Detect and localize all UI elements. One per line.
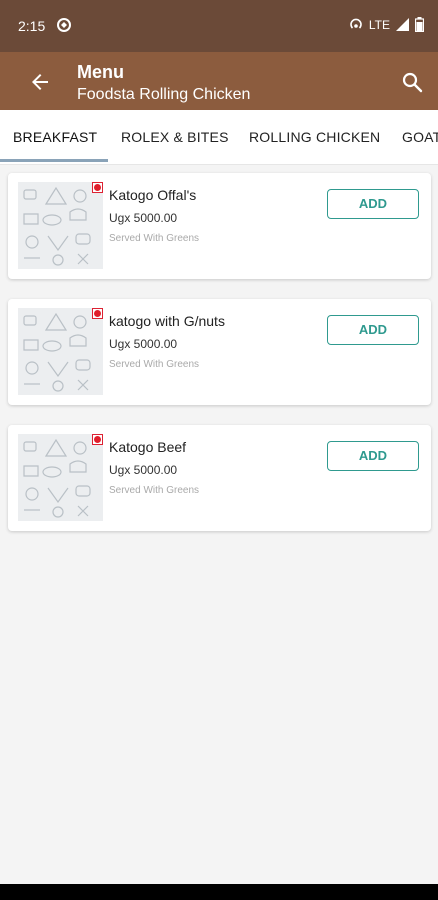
page-title: Menu (77, 62, 124, 82)
tab-goat[interactable]: GOAT (402, 110, 438, 164)
non-veg-indicator-icon (92, 182, 103, 193)
item-price: Ugx 5000.00 (109, 337, 178, 351)
system-navigation-bar (0, 884, 438, 900)
menu-item-card[interactable]: Katogo Beef Ugx 5000.00 Served With Gree… (8, 425, 431, 531)
category-tabs: BREAKFAST ROLEX & BITES ROLLING CHICKEN … (0, 110, 438, 165)
item-name: katogo with G/nuts (109, 313, 225, 329)
non-veg-indicator-icon (92, 308, 103, 319)
item-name: Katogo Offal's (109, 187, 197, 203)
item-price: Ugx 5000.00 (109, 463, 178, 477)
hotspot-icon (350, 18, 362, 29)
add-button[interactable]: ADD (327, 441, 419, 471)
tab-indicator (0, 159, 108, 162)
status-bar: 2:15 LTE (0, 0, 438, 52)
battery-icon (415, 17, 424, 32)
item-description: Served With Greens (109, 359, 200, 370)
status-icons: LTE (349, 17, 424, 32)
food-placeholder-image (18, 308, 103, 395)
signal-icon (396, 18, 409, 31)
tab-rolling-chicken[interactable]: ROLLING CHICKEN (249, 110, 380, 164)
non-veg-indicator-icon (92, 434, 103, 445)
tab-rolex-bites[interactable]: ROLEX & BITES (121, 110, 229, 164)
food-placeholder-image (18, 434, 103, 521)
restaurant-name: Foodsta Rolling Chicken (77, 86, 251, 103)
item-price: Ugx 5000.00 (109, 211, 178, 225)
status-time: 2:15 (18, 18, 46, 34)
item-description: Served With Greens (109, 233, 200, 244)
tab-breakfast[interactable]: BREAKFAST (13, 110, 97, 164)
menu-item-card[interactable]: katogo with G/nuts Ugx 5000.00 Served Wi… (8, 299, 431, 405)
network-type: LTE (368, 17, 390, 32)
data-saver-icon (57, 18, 71, 32)
search-icon[interactable] (400, 70, 424, 94)
arrow-left-icon[interactable] (28, 70, 52, 94)
add-button[interactable]: ADD (327, 189, 419, 219)
item-description: Served With Greens (109, 485, 200, 496)
add-button[interactable]: ADD (327, 315, 419, 345)
menu-item-card[interactable]: Katogo Offal's Ugx 5000.00 Served With G… (8, 173, 431, 279)
app-bar: Menu Foodsta Rolling Chicken (0, 52, 438, 110)
food-placeholder-image (18, 182, 103, 269)
item-name: Katogo Beef (109, 439, 187, 455)
